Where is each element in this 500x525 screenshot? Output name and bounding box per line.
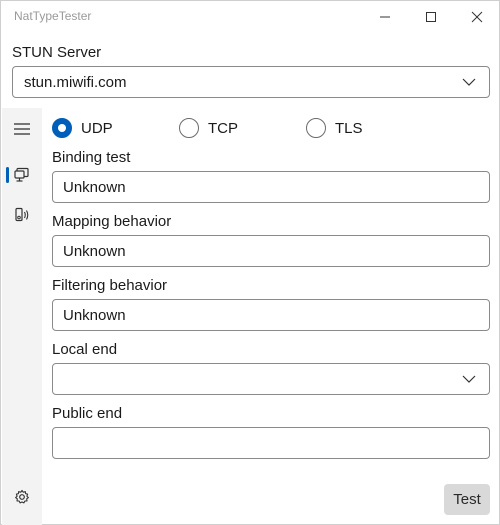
minimize-icon — [380, 16, 390, 18]
udp-radio-label: UDP — [81, 119, 113, 137]
radio-indicator — [306, 118, 326, 138]
menu-toggle-button[interactable] — [2, 110, 42, 148]
nav-item-rfc5780[interactable] — [2, 156, 42, 194]
title-bar[interactable]: NatTypeTester — [1, 1, 499, 35]
maximize-button[interactable] — [408, 1, 454, 33]
maximize-icon — [426, 12, 436, 22]
gear-icon — [15, 489, 29, 504]
network-monitor-icon — [14, 167, 29, 182]
tls-radio[interactable]: TLS — [306, 117, 363, 139]
mapping-behavior-field[interactable]: Unknown — [52, 235, 490, 267]
close-button[interactable] — [454, 1, 500, 33]
filtering-behavior-label: Filtering behavior — [52, 277, 168, 294]
test-button[interactable]: Test — [444, 484, 490, 515]
mapping-behavior-label: Mapping behavior — [52, 213, 172, 230]
filtering-behavior-field[interactable]: Unknown — [52, 299, 490, 331]
public-end-field[interactable] — [52, 427, 490, 459]
stun-server-combobox[interactable]: stun.miwifi.com — [12, 66, 490, 98]
public-end-label: Public end — [52, 405, 123, 422]
chevron-down-icon — [449, 78, 489, 86]
close-icon — [471, 11, 483, 23]
app-window: NatTypeTester STUN Server stun.miwifi.co… — [0, 0, 500, 525]
udp-radio[interactable]: UDP — [52, 117, 113, 139]
binding-test-label: Binding test — [52, 149, 131, 166]
binding-test-field[interactable]: Unknown — [52, 171, 490, 203]
settings-button[interactable] — [2, 478, 42, 516]
navigation-rail — [2, 108, 42, 525]
nav-item-rfc3489[interactable] — [2, 196, 42, 234]
tcp-radio[interactable]: TCP — [179, 117, 238, 139]
local-end-label: Local end — [52, 341, 118, 358]
tcp-radio-label: TCP — [208, 119, 238, 137]
stun-server-label: STUN Server — [12, 44, 102, 61]
minimize-button[interactable] — [362, 1, 408, 33]
filtering-behavior-value: Unknown — [63, 306, 126, 324]
menu-icon — [14, 123, 30, 135]
window-title: NatTypeTester — [14, 9, 92, 23]
radio-indicator — [52, 118, 72, 138]
chevron-down-icon — [449, 375, 489, 383]
mapping-behavior-value: Unknown — [63, 242, 126, 260]
radio-indicator — [179, 118, 199, 138]
binding-test-value: Unknown — [63, 178, 126, 196]
stun-server-value: stun.miwifi.com — [24, 73, 127, 91]
device-speaker-icon — [15, 207, 29, 222]
local-end-combobox[interactable] — [52, 363, 490, 395]
tls-radio-label: TLS — [335, 119, 363, 137]
